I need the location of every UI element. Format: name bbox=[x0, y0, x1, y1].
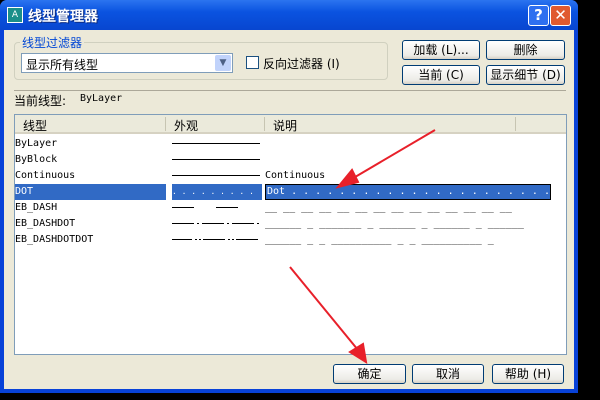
arrow-to-dot-row bbox=[349, 129, 436, 181]
arrow-head bbox=[348, 342, 368, 365]
arrow-to-ok-button bbox=[289, 266, 359, 351]
annotation-arrows bbox=[289, 129, 436, 365]
arrow-head bbox=[335, 168, 360, 189]
